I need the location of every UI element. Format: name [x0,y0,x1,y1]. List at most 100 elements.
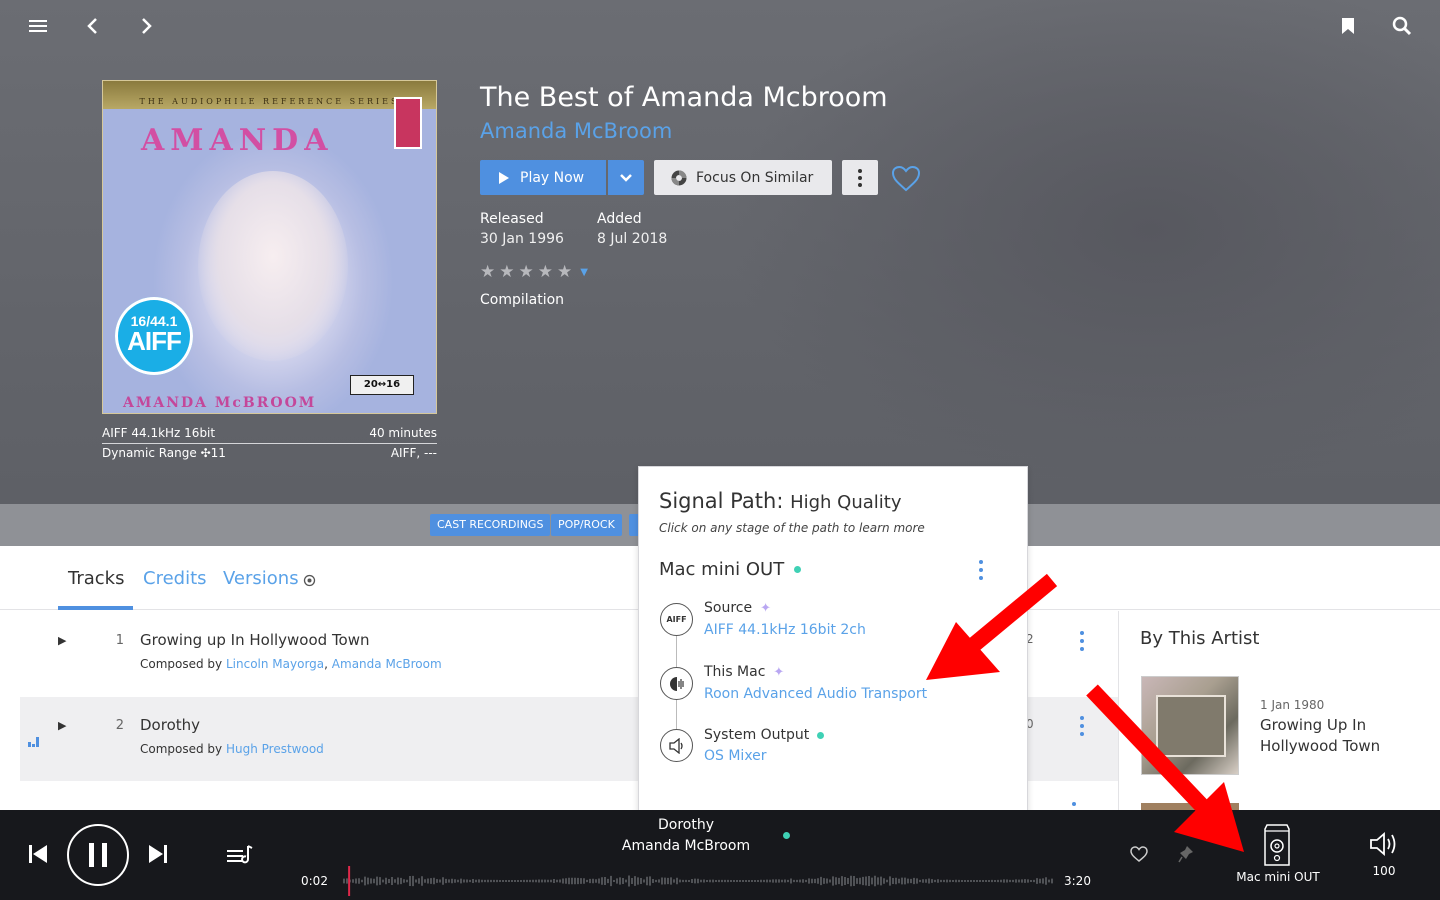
volume-icon[interactable] [1368,830,1400,858]
hamburger-icon[interactable] [24,12,52,40]
signal-path-quality-dot[interactable] [783,832,790,839]
stage-name: System Output [704,727,810,743]
format-badge-rate: 16/44.1 [130,313,178,329]
star-icon[interactable]: ★ [480,262,495,282]
composer-link[interactable]: Hugh Prestwood [226,742,324,756]
waveform-seekbar[interactable] [336,866,1054,896]
more-options-button[interactable] [842,160,878,195]
pause-button[interactable] [67,824,129,886]
cover-portrait [198,171,348,361]
track-number: 1 [115,633,124,648]
stage-detail[interactable]: OS Mixer [704,748,767,764]
play-track-icon[interactable]: ▶ [58,634,66,647]
format-badge-type: AIFF [127,326,182,356]
artist-album-cover[interactable] [1141,676,1239,775]
vertical-dots-icon [858,168,862,187]
star-icon[interactable]: ★ [519,262,534,282]
composed-by-label: Composed by [140,742,223,756]
elapsed-time: 0:02 [301,874,328,888]
file-type: AIFF, --- [390,446,437,460]
added-label: Added [597,211,642,227]
raat-icon[interactable] [660,667,693,700]
play-now-button[interactable]: Play Now [480,160,606,195]
focus-on-similar-label: Focus On Similar [696,169,814,186]
vertical-dots-icon[interactable] [1072,713,1092,739]
active-tab-underline [58,606,133,610]
play-now-label: Play Now [520,169,585,186]
genre-tag-pop-rock[interactable]: POP/ROCK [551,514,622,536]
volume-level: 100 [1372,864,1396,878]
zone-speaker-icon[interactable] [1262,822,1292,868]
chevron-down-icon [620,173,632,182]
added-value: 8 Jul 2018 [597,231,668,247]
search-icon[interactable] [1388,12,1416,40]
heart-icon[interactable] [1128,844,1150,864]
zone-label[interactable]: Mac mini OUT [1228,870,1328,884]
compilation-label[interactable]: Compilation [480,292,564,308]
aiff-icon[interactable]: AIFF [660,603,693,636]
star-icon[interactable]: ★ [538,262,553,282]
cover-meta-row-1: AIFF 44.1kHz 16bit 40 minutes [102,426,437,444]
quality-star-icon: ✦ [773,664,785,680]
stage-this-mac[interactable]: This Mac ✦ [704,664,784,680]
play-track-icon[interactable]: ▶ [58,719,66,732]
heart-icon[interactable] [890,162,922,194]
dynamic-range[interactable]: Dynamic Range ✣11 [102,446,226,460]
stage-source[interactable]: Source ✦ [704,600,771,616]
stage-detail[interactable]: Roon Advanced Audio Transport [704,686,927,702]
tab-tracks[interactable]: Tracks [68,568,124,589]
play-icon [499,171,509,184]
speaker-icon[interactable] [660,729,693,762]
artist-album-date: 1 Jan 1980 [1260,698,1325,712]
focus-on-similar-button[interactable]: Focus On Similar [654,160,832,195]
quality-dot-icon [817,731,825,739]
now-playing-artist[interactable]: Amanda McBroom [540,838,832,854]
file-format: AIFF 44.1kHz 16bit [102,426,216,440]
stage-system-output[interactable]: System Output [704,727,825,743]
track-title[interactable]: Growing up In Hollywood Town [140,631,370,649]
skip-previous-icon[interactable] [26,842,50,866]
album-title: The Best of Amanda Mcbroom [480,82,888,113]
stage-detail[interactable]: AIFF 44.1kHz 16bit 2ch [704,622,866,638]
signal-path-subtitle: Click on any stage of the path to learn … [659,521,925,535]
composer-link[interactable]: Lincoln Mayorga [226,657,324,671]
genre-tag-cast-recordings[interactable]: CAST RECORDINGS [430,514,551,536]
queue-icon[interactable] [226,842,254,866]
vertical-dots-icon[interactable] [1072,628,1092,654]
vertical-dots-icon[interactable] [971,557,991,583]
track-composers: Composed by Hugh Prestwood [140,742,324,756]
album-cover[interactable]: THE AUDIOPHILE REFERENCE SERIES AMANDA 1… [102,80,437,414]
versions-info-icon[interactable] [303,572,316,591]
cover-sticker [394,97,422,149]
star-icon[interactable]: ★ [557,262,572,282]
skip-next-icon[interactable] [146,842,170,866]
cover-series-text: THE AUDIOPHILE REFERENCE SERIES [103,81,436,109]
chevron-left-icon[interactable] [78,12,106,40]
play-options-dropdown[interactable] [608,160,644,195]
tab-versions[interactable]: Versions [223,568,299,589]
signal-path-title: Signal Path: High Quality [659,489,902,513]
pin-icon[interactable] [1175,844,1197,864]
triangle-down-icon[interactable]: ▼ [580,267,588,278]
aiff-icon-text: AIFF [666,615,687,624]
rating-stars[interactable]: ★ ★ ★ ★ ★ ▼ [480,262,588,282]
signal-path-label: Signal Path: [659,489,784,513]
chevron-right-icon[interactable] [133,12,161,40]
cover-logo: 20↔16 [350,375,414,395]
signal-path-popup: Signal Path: High Quality Click on any s… [638,466,1028,816]
released-label: Released [480,211,544,227]
star-icon[interactable]: ★ [499,262,514,282]
composed-by-label: Composed by [140,657,223,671]
artist-album-title[interactable]: Growing Up In Hollywood Town [1260,715,1410,757]
now-playing-title[interactable]: Dorothy [540,817,832,833]
by-this-artist-heading: By This Artist [1140,628,1260,649]
album-artist-link[interactable]: Amanda McBroom [480,119,672,143]
pause-icon [89,843,107,867]
track-title[interactable]: Dorothy [140,716,200,734]
signal-path-quality: High Quality [790,492,902,513]
bookmark-icon[interactable] [1334,12,1362,40]
composer-link[interactable]: Amanda McBroom [332,657,442,671]
album-duration: 40 minutes [369,426,437,440]
cover-artist-text: AMANDA McBROOM [123,395,317,411]
tab-credits[interactable]: Credits [143,568,207,589]
